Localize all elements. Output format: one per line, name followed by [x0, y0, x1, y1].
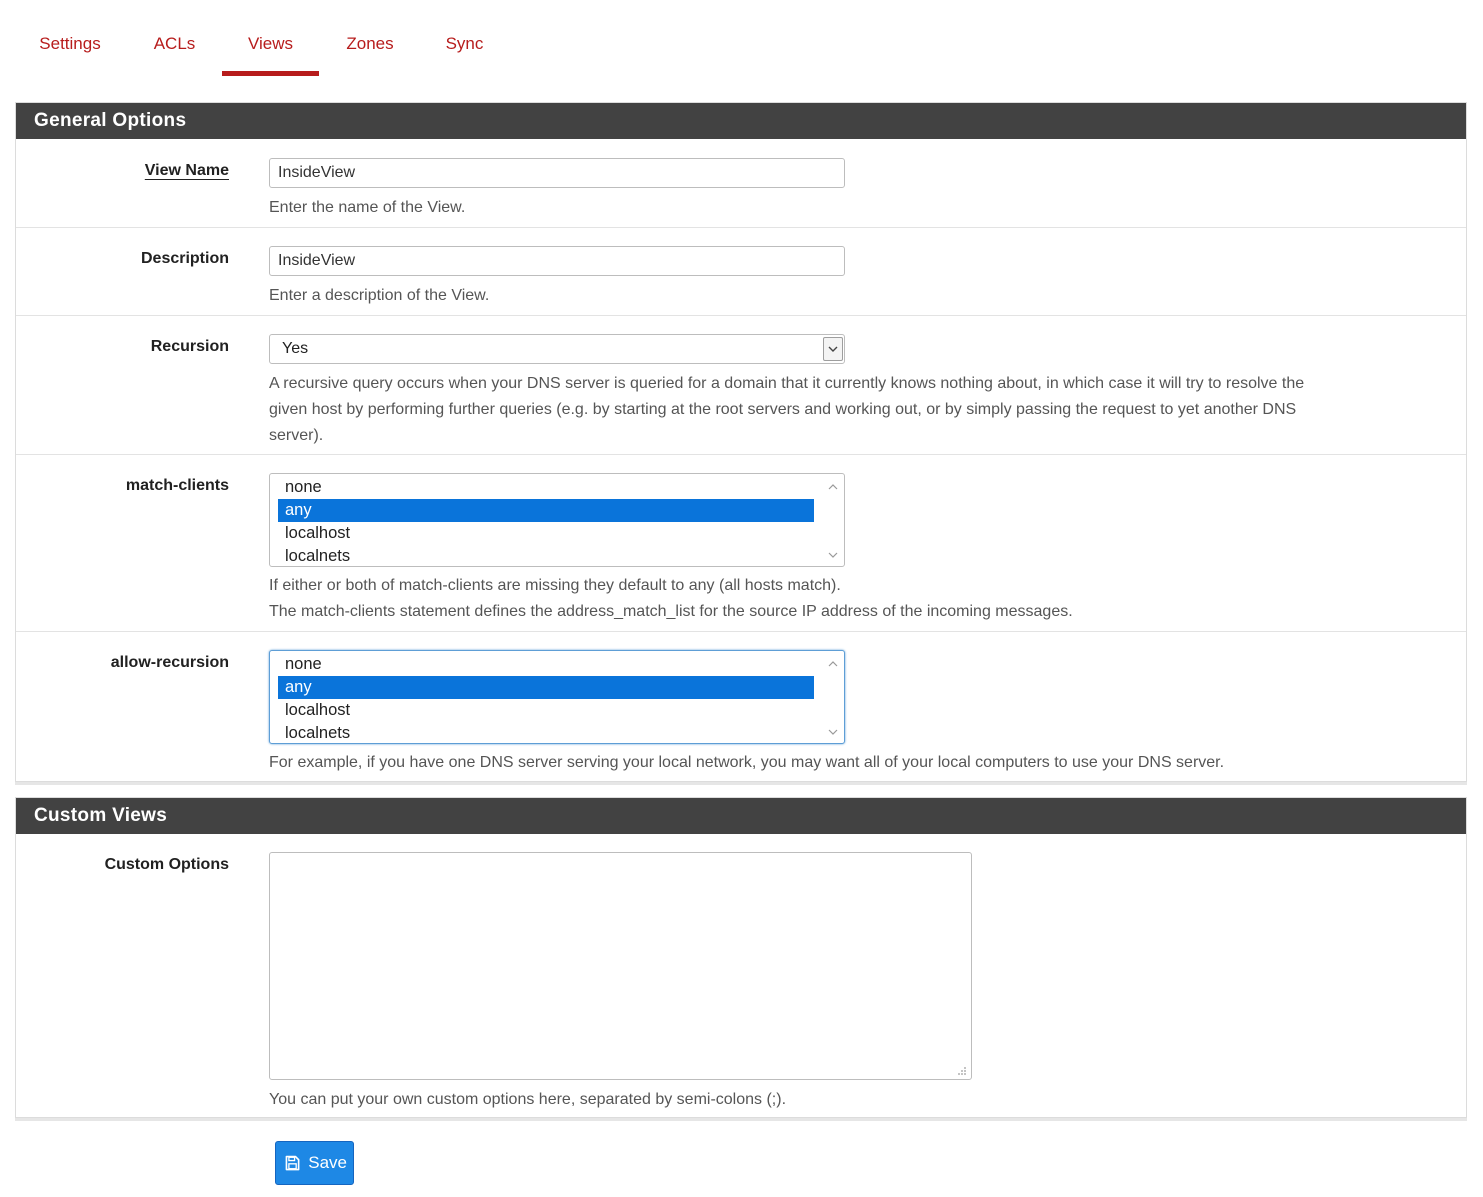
list-item[interactable]: any: [278, 676, 814, 699]
save-button[interactable]: Save: [275, 1141, 354, 1185]
floppy-disk-icon: [285, 1155, 300, 1171]
list-item[interactable]: localnets: [278, 722, 814, 743]
scrollbar[interactable]: [825, 476, 841, 564]
general-options-heading: General Options: [16, 103, 1466, 139]
chevron-down-icon[interactable]: [823, 337, 843, 361]
recursion-help: A recursive query occurs when your DNS s…: [269, 375, 1305, 444]
allow-recursion-listbox[interactable]: none any localhost localnets: [269, 650, 845, 744]
allow-recursion-label: allow-recursion: [110, 654, 229, 671]
list-item[interactable]: localhost: [278, 699, 814, 722]
tab-zones[interactable]: Zones: [344, 32, 396, 76]
resize-grip-icon[interactable]: [957, 1066, 967, 1076]
custom-options-textarea[interactable]: [269, 852, 972, 1080]
recursion-selected-value: Yes: [282, 340, 309, 357]
list-item[interactable]: none: [278, 476, 814, 499]
chevron-up-icon[interactable]: [827, 659, 839, 669]
view-name-input[interactable]: [269, 158, 845, 188]
allow-recursion-row: allow-recursion none any localhost local…: [16, 632, 1466, 782]
match-clients-label: match-clients: [125, 477, 229, 494]
chevron-up-icon[interactable]: [827, 482, 839, 492]
description-row: Description Enter a description of the V…: [16, 228, 1466, 316]
save-button-label: Save: [308, 1153, 347, 1172]
list-item[interactable]: none: [278, 653, 814, 676]
view-name-label: View Name: [144, 162, 229, 179]
tab-bar: Settings ACLs Views Zones Sync: [0, 0, 1483, 78]
view-name-help: Enter the name of the View.: [269, 199, 466, 216]
custom-options-help: You can put your own custom options here…: [269, 1091, 787, 1108]
tab-views[interactable]: Views: [222, 32, 319, 76]
general-options-panel: General Options View Name Enter the name…: [15, 102, 1467, 782]
list-item[interactable]: localhost: [278, 522, 814, 545]
scrollbar[interactable]: [825, 653, 841, 741]
view-name-row: View Name Enter the name of the View.: [16, 139, 1466, 228]
custom-views-heading: Custom Views: [16, 798, 1466, 834]
allow-recursion-help: For example, if you have one DNS server …: [269, 754, 1225, 771]
tab-sync[interactable]: Sync: [444, 32, 485, 76]
tab-settings[interactable]: Settings: [37, 32, 103, 76]
list-item[interactable]: any: [278, 499, 814, 522]
match-clients-row: match-clients none any localhost localne…: [16, 455, 1466, 632]
description-label: Description: [140, 250, 229, 267]
custom-options-row: Custom Options You can put your own cust…: [16, 834, 1466, 1118]
tab-acls[interactable]: ACLs: [153, 32, 196, 76]
description-help: Enter a description of the View.: [269, 287, 490, 304]
match-clients-help: If either or both of match-clients are m…: [269, 577, 1073, 620]
custom-views-panel: Custom Views Custom Options You can put …: [15, 797, 1467, 1118]
chevron-down-icon[interactable]: [827, 550, 839, 560]
list-item[interactable]: localnets: [278, 545, 814, 566]
custom-options-label: Custom Options: [104, 856, 229, 873]
chevron-down-icon[interactable]: [827, 727, 839, 737]
description-input[interactable]: [269, 246, 845, 276]
recursion-select[interactable]: Yes: [269, 334, 845, 364]
recursion-row: Recursion Yes A recursive query occurs w…: [16, 316, 1466, 455]
recursion-label: Recursion: [150, 338, 229, 355]
match-clients-listbox[interactable]: none any localhost localnets: [269, 473, 845, 567]
